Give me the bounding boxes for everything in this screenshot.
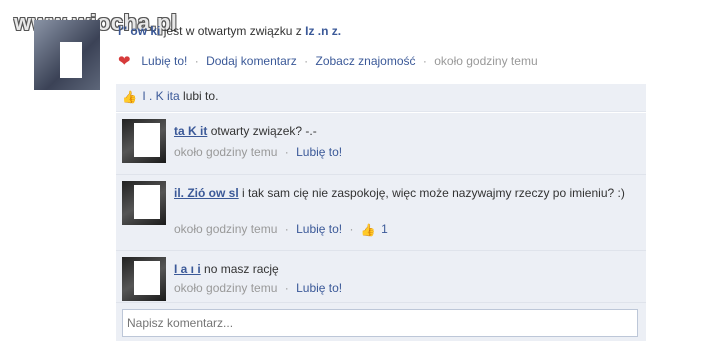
separator: · (194, 54, 199, 68)
commenter-name[interactable]: il. Zió ow sl (174, 186, 239, 200)
comment-text: otwarty związek? -.- (210, 124, 317, 138)
thumbs-up-icon: 👍 (122, 90, 137, 104)
likers-names[interactable]: I . K ita (142, 89, 179, 103)
comments-list: ta K it otwarty związek? -.- około godzi… (116, 113, 646, 341)
status-text: jest w otwartym związku z (163, 24, 302, 38)
comment-time: około godziny temu (174, 145, 278, 159)
comment-text: no masz rację (204, 262, 279, 276)
partner-name[interactable]: Iz .n z. (305, 24, 341, 38)
comment-meta: około godziny temu · Lubię to! · 👍 1 (174, 222, 388, 237)
comment-like-count[interactable]: 1 (381, 222, 388, 236)
see-friendship-link[interactable]: Zobacz znajomość (315, 54, 415, 68)
likes-box: 👍 I . K ita lubi to. (116, 84, 646, 112)
likes-text: lubi to. (183, 89, 219, 103)
comment-input-row (116, 303, 646, 341)
comment-like-link[interactable]: Lubię to! (296, 281, 342, 295)
separator: · (422, 54, 427, 68)
separator: · (284, 145, 289, 159)
commenter-name[interactable]: ta K it (174, 124, 207, 138)
separator: · (304, 54, 309, 68)
comment-time: około godziny temu (174, 222, 278, 236)
comment-like-link[interactable]: Lubię to! (296, 145, 342, 159)
comment-like-link[interactable]: Lubię to! (296, 222, 342, 236)
comment-time: około godziny temu (174, 281, 278, 295)
comment-input[interactable] (122, 309, 638, 337)
commenter-avatar[interactable] (122, 181, 166, 225)
heart-icon: ❤ (118, 53, 131, 70)
commenter-avatar[interactable] (122, 257, 166, 301)
commenter-name[interactable]: I a ı i (174, 262, 201, 276)
add-comment-link[interactable]: Dodaj komentarz (206, 54, 297, 68)
comment-item: ta K it otwarty związek? -.- około godzi… (116, 113, 646, 175)
separator: · (284, 222, 289, 236)
comment-meta: około godziny temu · Lubię to! (174, 281, 342, 295)
separator: · (284, 281, 289, 295)
comment-text: i tak sam cię nie zaspokoję, więc może n… (242, 186, 625, 200)
post-actions: ❤ Lubię to! · Dodaj komentarz · Zobacz z… (118, 52, 538, 70)
post-time: około godziny temu (434, 54, 538, 68)
like-link[interactable]: Lubię to! (141, 54, 187, 68)
comment-item: I a ı i no masz rację około godziny temu… (116, 251, 646, 303)
comment-meta: około godziny temu · Lubię to! (174, 145, 342, 159)
thumbs-up-icon[interactable]: 👍 (361, 223, 376, 237)
author-name[interactable]: l'' ow ki (118, 24, 160, 38)
author-avatar[interactable] (34, 20, 100, 90)
commenter-avatar[interactable] (122, 119, 166, 163)
comment-item: il. Zió ow sl i tak sam cię nie zaspokoj… (116, 175, 646, 251)
separator: · (349, 222, 354, 236)
status-line: l'' ow ki jest w otwartym związku z Iz .… (118, 24, 341, 38)
